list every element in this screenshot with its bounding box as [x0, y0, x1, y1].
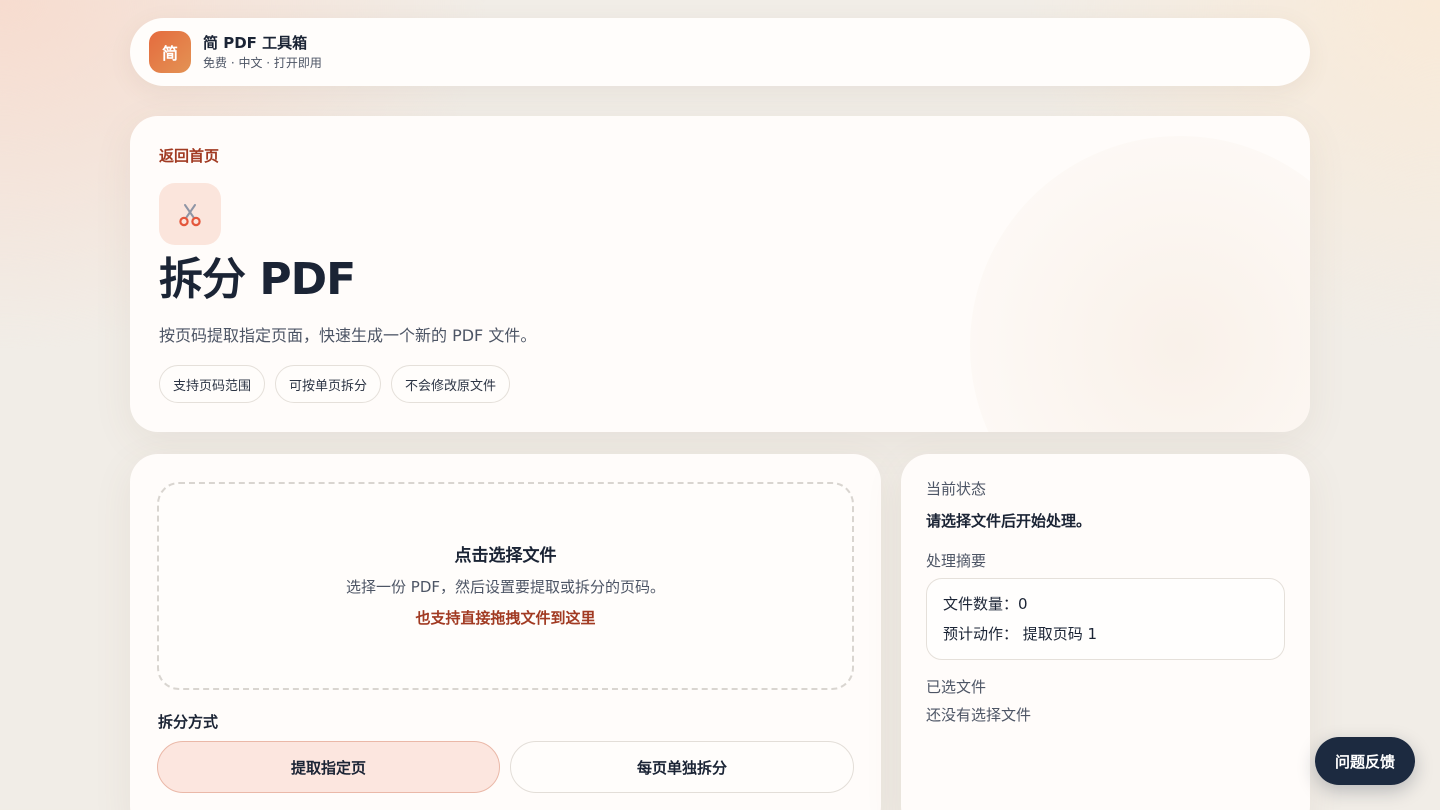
feature-chip: 可按单页拆分 [275, 365, 382, 403]
split-tool-card: 点击选择文件 选择一份 PDF，然后设置要提取或拆分的页码。 也支持直接拖拽文件… [130, 454, 881, 810]
summary-heading: 处理摘要 [926, 552, 987, 570]
extract-pages-button[interactable]: 提取指定页 [157, 741, 500, 793]
summary-box: 文件数量：0 预计动作： 提取页码 1 [926, 578, 1285, 660]
brand: 简 PDF 工具箱 免费 · 中文 · 打开即用 [203, 33, 322, 72]
feature-chip: 不会修改原文件 [391, 365, 511, 403]
selected-files-heading: 已选文件 [926, 678, 987, 696]
feedback-button[interactable]: 问题反馈 [1315, 737, 1415, 785]
hero-card: 返回首页 拆分 PDF 按页码提取指定页面，快速生成一个新的 PDF 文件。 支… [130, 116, 1310, 432]
split-mode-label: 拆分方式 [158, 713, 219, 731]
dropzone-description: 选择一份 PDF，然后设置要提取或拆分的页码。 [346, 578, 665, 596]
status-text: 请选择文件后开始处理。 [926, 512, 1092, 530]
selected-files-empty: 还没有选择文件 [926, 706, 1032, 724]
page-description: 按页码提取指定页面，快速生成一个新的 PDF 文件。 [159, 326, 537, 345]
dropzone-drag-hint: 也支持直接拖拽文件到这里 [415, 609, 596, 627]
status-panel: 当前状态 请选择文件后开始处理。 处理摘要 文件数量：0 预计动作： 提取页码 … [901, 454, 1310, 810]
planned-action: 预计动作： 提取页码 1 [943, 625, 1098, 643]
dropzone-title: 点击选择文件 [454, 546, 557, 566]
page-title: 拆分 PDF [159, 254, 356, 305]
app-title[interactable]: 简 PDF 工具箱 [203, 33, 322, 53]
status-heading: 当前状态 [926, 480, 987, 498]
scissors-icon [159, 183, 221, 245]
top-bar: 简 简 PDF 工具箱 免费 · 中文 · 打开即用 [130, 18, 1310, 86]
file-dropzone[interactable]: 点击选择文件 选择一份 PDF，然后设置要提取或拆分的页码。 也支持直接拖拽文件… [157, 482, 854, 690]
feature-chips: 支持页码范围 可按单页拆分 不会修改原文件 [159, 365, 1281, 403]
file-count: 文件数量：0 [943, 595, 1028, 613]
app-subtitle: 免费 · 中文 · 打开即用 [203, 55, 322, 70]
split-each-page-button[interactable]: 每页单独拆分 [510, 741, 854, 793]
app-logo[interactable]: 简 [149, 31, 191, 73]
back-home-link[interactable]: 返回首页 [159, 146, 219, 166]
feature-chip: 支持页码范围 [159, 365, 266, 403]
